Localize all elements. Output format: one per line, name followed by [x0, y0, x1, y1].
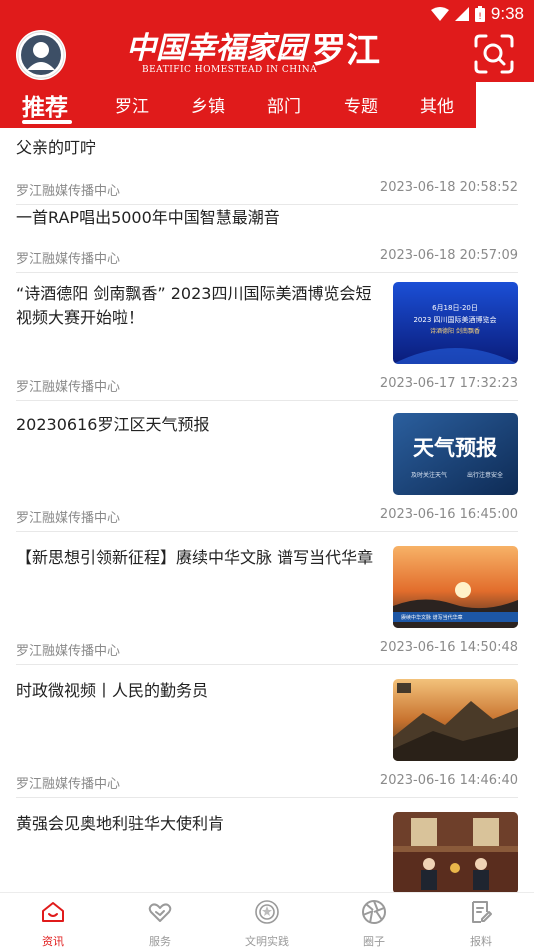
svg-text:2023 四川国际美酒博览会: 2023 四川国际美酒博览会 [413, 315, 496, 324]
news-thumbnail [393, 812, 518, 892]
divider [16, 797, 518, 798]
brand-main-text: 中国幸福家园 [126, 31, 311, 66]
news-title: 黄强会见奥地利驻华大使利肯 [16, 814, 225, 833]
news-item[interactable]: “诗酒德阳 剑南飘香” 2023四川国际美酒博览会短视频大赛开始啦！ 6月18日… [16, 282, 518, 402]
svg-text:!: ! [478, 12, 482, 22]
news-time: 2023-06-16 16:45:00 [379, 507, 518, 522]
brand-place-text: 罗江 [312, 31, 380, 71]
divider [16, 664, 518, 665]
svg-text:及时关注天气: 及时关注天气 [411, 471, 447, 479]
news-source: 罗江融媒传播中心 [16, 380, 121, 395]
news-time: 2023-06-17 17:32:23 [379, 376, 518, 391]
scan-search-icon [474, 34, 514, 74]
tab-overflow-area [476, 82, 534, 128]
news-item[interactable]: 黄强会见奥地利驻华大使利肯 [16, 812, 518, 892]
news-item[interactable]: 一首RAP唱出5000年中国智慧最潮音 罗江融媒传播中心 2023-06-18 … [16, 206, 518, 274]
news-thumbnail: 6月18日-20日 2023 四川国际美酒博览会 诗酒德阳 剑南飘香 [393, 282, 518, 364]
nav-news[interactable]: 资讯 [23, 899, 83, 949]
channel-tabs: 推荐 罗江 乡镇 部门 专题 其他 [0, 80, 534, 128]
news-source: 罗江融媒传播中心 [16, 644, 121, 659]
tab-active-indicator [22, 120, 72, 124]
svg-text:诗酒德阳 剑南飘香: 诗酒德阳 剑南飘香 [430, 327, 480, 335]
news-title: 父亲的叮咛 [16, 138, 97, 157]
tab-departments[interactable]: 部门 [267, 92, 301, 117]
news-thumbnail: 天气预报 及时关注天气 出行注意安全 [393, 413, 518, 495]
nav-label: 资讯 [42, 935, 64, 948]
news-time: 2023-06-16 14:46:40 [379, 773, 518, 788]
news-item[interactable]: 时政微视频丨人民的勤务员 罗江融媒传播中心 2023-06-16 14:46:4… [16, 679, 518, 799]
svg-text:天气预报: 天气预报 [413, 436, 497, 460]
divider [16, 272, 518, 273]
news-title: 20230616罗江区天气预报 [16, 415, 210, 434]
brand-logo: 中国幸福家园 BEATIFIC HOMESTEAD IN CHINA 罗江 [126, 26, 408, 78]
news-item[interactable]: 【新思想引领新征程】赓续中华文脉 谱写当代华章 赓续中华文脉 谱写当代华章 罗江… [16, 546, 518, 666]
news-title: 【新思想引领新征程】赓续中华文脉 谱写当代华章 [16, 548, 374, 567]
nav-label: 服务 [149, 935, 171, 948]
nav-label: 文明实践 [245, 935, 289, 948]
news-thumbnail [393, 679, 518, 761]
tab-luojiang[interactable]: 罗江 [115, 92, 149, 117]
edit-note-icon [472, 901, 492, 923]
signal-icon [454, 7, 469, 21]
news-source: 罗江融媒传播中心 [16, 252, 121, 267]
nav-label: 圈子 [363, 935, 385, 948]
divider [16, 531, 518, 532]
wifi-icon [430, 7, 449, 21]
user-avatar-button[interactable] [16, 30, 66, 80]
news-title: “诗酒德阳 剑南飘香” 2023四川国际美酒博览会短视频大赛开始啦！ [16, 284, 372, 327]
tab-towns[interactable]: 乡镇 [191, 92, 225, 117]
nav-service[interactable]: 服务 [130, 899, 190, 949]
search-button[interactable] [472, 32, 516, 76]
status-bar: ! 9:38 [0, 0, 534, 28]
status-time: 9:38 [490, 4, 524, 23]
tab-recommend[interactable]: 推荐 [22, 88, 68, 122]
nav-circle[interactable]: 圈子 [344, 899, 404, 949]
svg-text:出行注意安全: 出行注意安全 [467, 471, 503, 479]
news-thumbnail: 赓续中华文脉 谱写当代华章 [393, 546, 518, 628]
top-header: ! 9:38 中国幸福家园 BEATIFIC HOMESTEAD IN CHIN… [0, 0, 534, 128]
news-source: 罗江融媒传播中心 [16, 511, 121, 526]
news-title: 一首RAP唱出5000年中国智慧最潮音 [16, 208, 280, 227]
news-time: 2023-06-18 20:57:09 [379, 248, 518, 263]
user-avatar-icon [17, 31, 65, 79]
svg-text:6月18日-20日: 6月18日-20日 [432, 304, 478, 312]
news-time: 2023-06-16 14:50:48 [379, 640, 518, 655]
news-source: 罗江融媒传播中心 [16, 777, 121, 792]
battery-icon: ! [474, 6, 485, 22]
bottom-navigation: 资讯 服务 文明实践 圈子 报料 [0, 892, 534, 950]
handshake-heart-icon [148, 903, 172, 922]
news-item[interactable]: 父亲的叮咛 罗江融媒传播中心 2023-06-18 20:58:52 [16, 136, 518, 205]
divider [16, 400, 518, 401]
svg-text:赓续中华文脉 谱写当代华章: 赓续中华文脉 谱写当代华章 [401, 614, 463, 621]
aperture-icon [362, 900, 386, 924]
divider [16, 204, 518, 205]
news-source: 罗江融媒传播中心 [16, 184, 121, 199]
news-time: 2023-06-18 20:58:52 [379, 180, 518, 195]
news-title: 时政微视频丨人民的勤务员 [16, 681, 209, 700]
home-icon [42, 902, 64, 922]
emblem-icon [255, 900, 279, 924]
nav-civilization-practice[interactable]: 文明实践 [237, 899, 297, 949]
nav-label: 报料 [470, 935, 492, 948]
news-list[interactable]: 父亲的叮咛 罗江融媒传播中心 2023-06-18 20:58:52 一首RAP… [0, 128, 534, 892]
nav-report[interactable]: 报料 [451, 899, 511, 949]
tab-others[interactable]: 其他 [420, 92, 454, 117]
brand-sub-text: BEATIFIC HOMESTEAD IN CHINA [142, 65, 317, 75]
tab-topics[interactable]: 专题 [344, 92, 378, 117]
news-item[interactable]: 20230616罗江区天气预报 天气预报 及时关注天气 出行注意安全 罗江融媒传… [16, 413, 518, 533]
